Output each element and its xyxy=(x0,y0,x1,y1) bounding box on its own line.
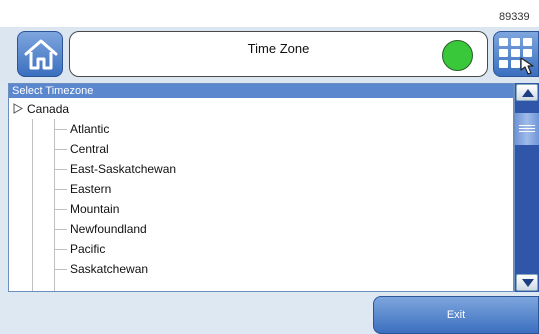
list-item-saskatchewan[interactable]: Saskatchewan xyxy=(55,259,148,279)
status-indicator xyxy=(442,40,473,71)
arrow-down-icon xyxy=(522,279,534,287)
scroll-thumb[interactable] xyxy=(515,113,539,145)
tree-line xyxy=(32,119,33,291)
list-item-central[interactable]: Central xyxy=(55,139,109,159)
list-item-eastern[interactable]: Eastern xyxy=(55,179,111,199)
grid-menu-hand-icon xyxy=(499,38,534,75)
tree-root-canada[interactable]: Canada xyxy=(9,99,69,119)
list-item-pacific[interactable]: Pacific xyxy=(55,239,105,259)
home-icon xyxy=(24,39,58,70)
expand-triangle-icon xyxy=(13,103,23,114)
scroll-down-button[interactable] xyxy=(516,274,538,291)
home-button[interactable] xyxy=(17,31,63,77)
exit-button[interactable]: Exit xyxy=(373,296,539,334)
tree-root-label: Canada xyxy=(27,102,70,116)
page-title: Time Zone xyxy=(247,41,310,56)
timezone-list[interactable]: Select Timezone Canada Atlantic Central … xyxy=(8,83,514,292)
menu-button[interactable] xyxy=(493,31,539,77)
list-header: Select Timezone xyxy=(9,84,513,98)
device-id-label: 89339 xyxy=(499,11,530,23)
scroll-up-button[interactable] xyxy=(516,84,538,101)
list-scrollbar[interactable] xyxy=(514,83,539,292)
list-item-east-saskatchewan[interactable]: East-Saskatchewan xyxy=(55,159,176,179)
title-box: Time Zone xyxy=(69,31,488,77)
list-item-atlantic[interactable]: Atlantic xyxy=(55,119,109,139)
arrow-up-icon xyxy=(522,89,534,97)
content-panel: Select Timezone Canada Atlantic Central … xyxy=(0,83,539,334)
list-item-newfoundland[interactable]: Newfoundland xyxy=(55,219,147,239)
list-item-mountain[interactable]: Mountain xyxy=(55,199,119,219)
